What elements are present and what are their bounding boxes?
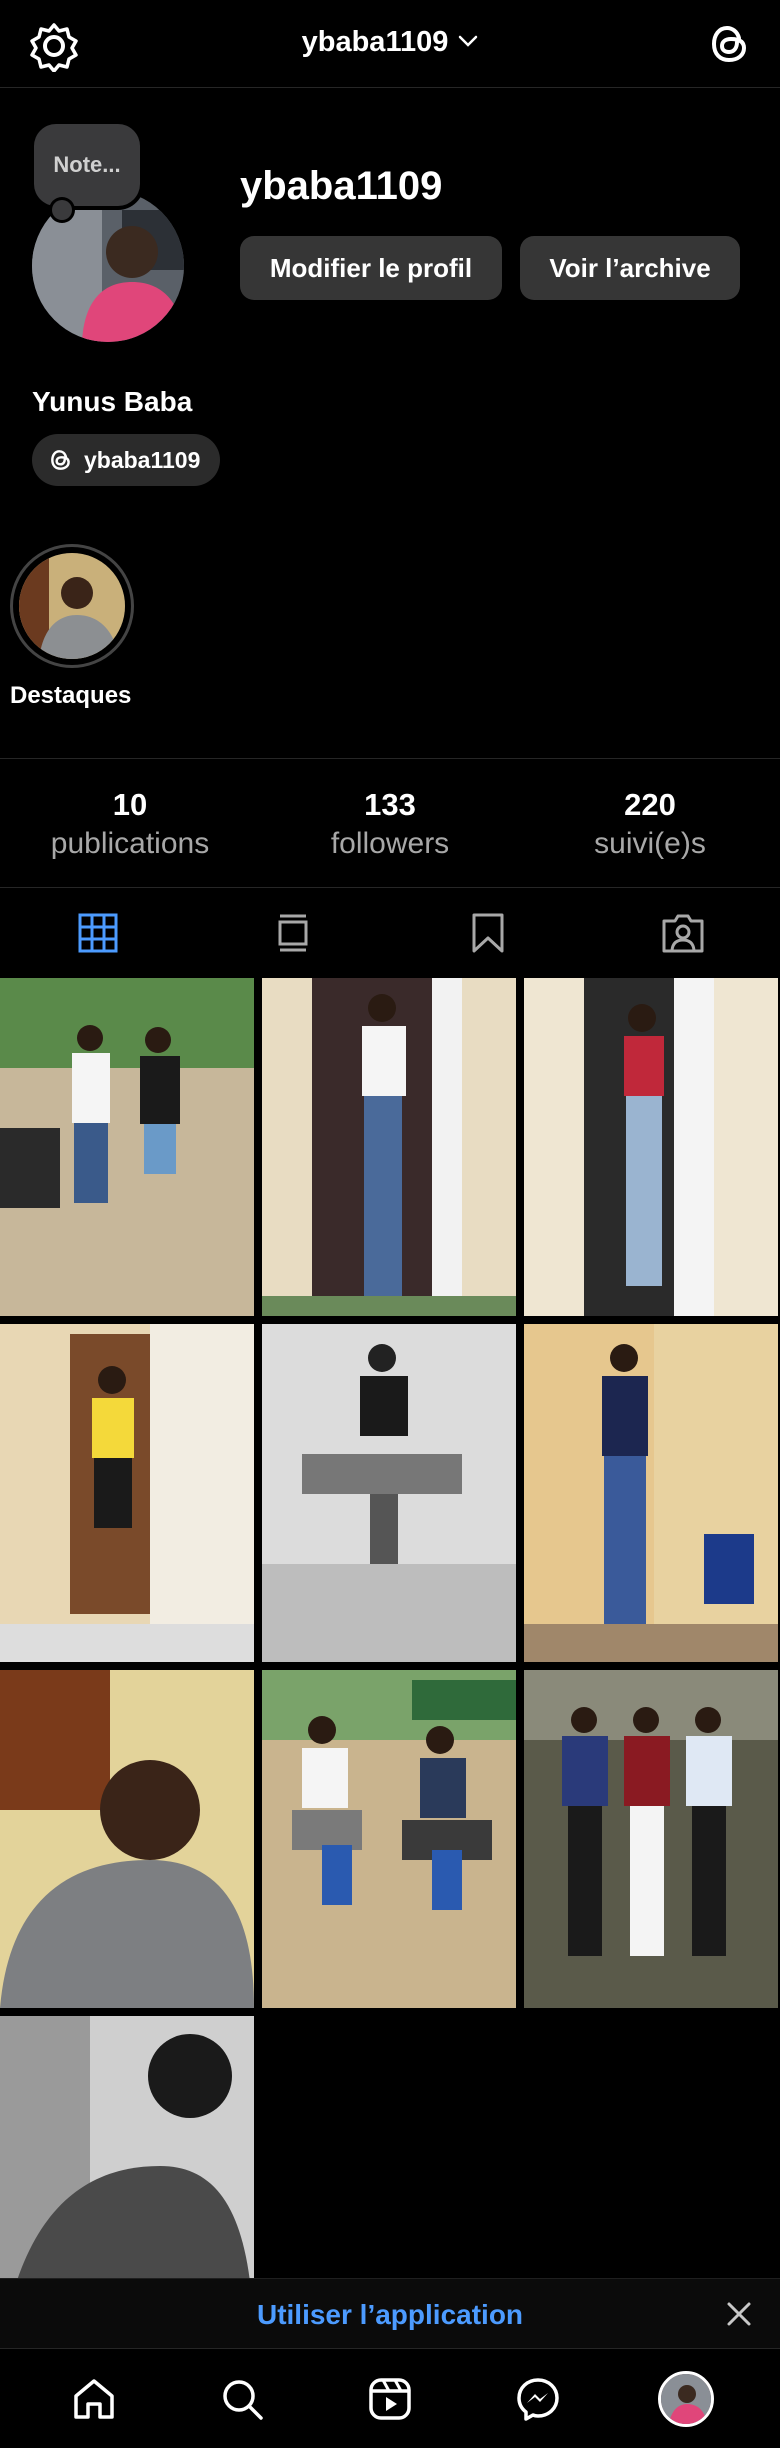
post-thumbnail[interactable]: [262, 978, 516, 1316]
post-thumbnail[interactable]: [524, 1324, 778, 1662]
threads-icon[interactable]: [706, 20, 754, 68]
stat-followers[interactable]: 133 followers: [260, 759, 520, 887]
chevron-down-icon: [459, 35, 478, 47]
messenger-icon: [517, 2377, 559, 2421]
feed-icon: [278, 914, 307, 952]
highlight-cover: [19, 553, 125, 659]
avatar: [658, 2370, 714, 2427]
tab-feed[interactable]: [195, 888, 390, 978]
post-thumbnail[interactable]: [0, 1670, 254, 2008]
view-archive-button[interactable]: Voir l’archive: [520, 236, 740, 300]
bookmark-icon: [472, 913, 503, 953]
search-icon: [223, 2379, 263, 2420]
post-thumbnail[interactable]: [262, 1670, 516, 2008]
top-bar: ybaba1109: [0, 0, 780, 88]
threads-icon: [51, 450, 70, 470]
use-app-banner: Utiliser l’application: [0, 2278, 780, 2348]
header-username: ybaba1109: [301, 26, 449, 58]
nav-home[interactable]: [64, 2369, 124, 2429]
home-icon: [74, 2378, 114, 2419]
highlight-ring: [10, 544, 134, 668]
threads-handle: ybaba1109: [84, 446, 201, 473]
post-thumbnail[interactable]: [0, 1324, 254, 1662]
profile-stats: 10 publications 133 followers 220 suivi(…: [0, 758, 780, 888]
stat-label: suivi(e)s: [594, 827, 706, 860]
edit-profile-button[interactable]: Modifier le profil: [240, 236, 502, 300]
account-switcher[interactable]: ybaba1109: [0, 26, 780, 59]
stat-following[interactable]: 220 suivi(e)s: [520, 759, 780, 887]
nav-profile[interactable]: [656, 2369, 716, 2429]
stat-value: 10: [112, 787, 148, 822]
threads-badge[interactable]: ybaba1109: [32, 434, 221, 486]
stat-label: followers: [330, 827, 450, 860]
stat-posts[interactable]: 10 publications: [0, 759, 260, 887]
stat-label: publications: [50, 827, 210, 860]
post-thumbnail[interactable]: [524, 978, 778, 1316]
nav-search[interactable]: [212, 2369, 272, 2429]
post-thumbnail[interactable]: [524, 1670, 778, 2008]
profile-full-name: Yunus Baba: [32, 386, 193, 417]
close-icon[interactable]: [722, 2297, 756, 2331]
bottom-navigation: [0, 2348, 780, 2448]
nav-messenger[interactable]: [508, 2369, 568, 2429]
profile-tabs: [0, 888, 780, 978]
story-highlight[interactable]: Destaques: [10, 544, 134, 710]
post-thumbnail[interactable]: [0, 978, 254, 1316]
tagged-person-icon: [662, 914, 703, 953]
nav-reels[interactable]: [360, 2369, 420, 2429]
post-thumbnail[interactable]: [262, 1324, 516, 1662]
highlight-label: Destaques: [10, 682, 132, 709]
stat-value: 133: [364, 787, 416, 822]
stat-value: 220: [624, 787, 676, 822]
reels-icon: [369, 2377, 411, 2420]
tab-saved[interactable]: [390, 888, 585, 978]
tab-grid[interactable]: [0, 888, 195, 978]
note-bubble[interactable]: Note...: [34, 124, 140, 220]
grid-icon: [78, 913, 117, 953]
profile-username: ybaba1109: [240, 164, 443, 208]
use-app-link[interactable]: Utiliser l’application: [0, 2299, 780, 2331]
tab-tagged[interactable]: [585, 888, 780, 978]
